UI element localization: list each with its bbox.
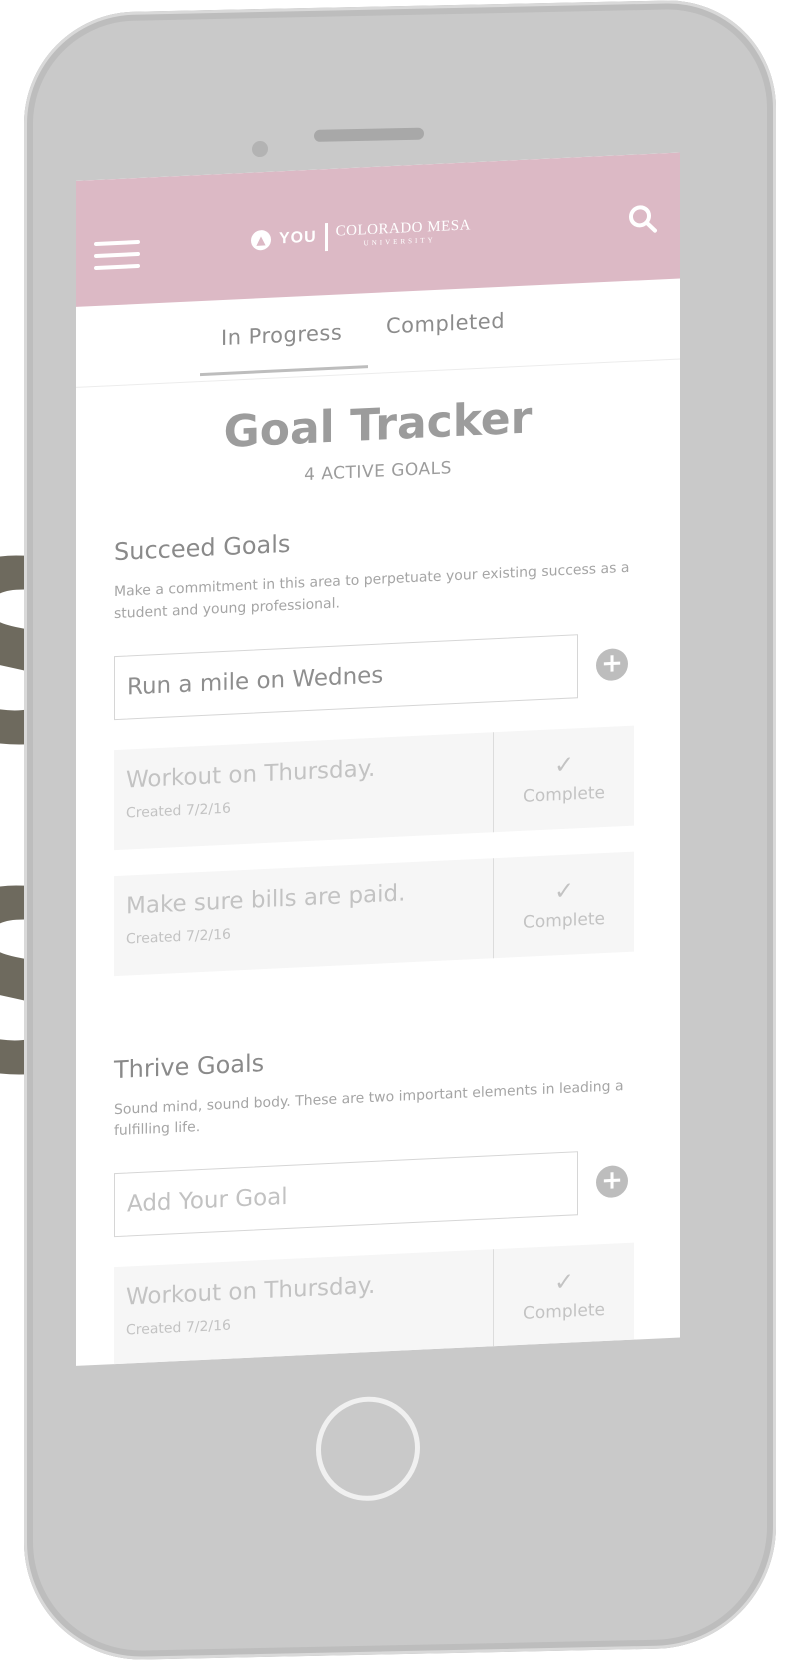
thrive-goals-description: Sound mind, sound body. These are two im… — [114, 1077, 624, 1140]
goal-card: Workout on Thursday. Created 7/2/16 ✓ Co… — [114, 1242, 634, 1366]
check-icon: ✓ — [553, 876, 575, 906]
brand-university: COLORADO MESA UNIVERSITY — [336, 217, 471, 248]
add-thrive-goal-button[interactable]: + — [596, 1165, 628, 1199]
goal-info: Workout on Thursday. Created 7/2/16 — [114, 1249, 494, 1366]
complete-label: Complete — [523, 1300, 605, 1324]
succeed-goal-input[interactable] — [114, 634, 578, 720]
brand-you: YOU — [279, 228, 317, 248]
active-tab-indicator — [200, 365, 368, 377]
search-icon[interactable] — [628, 203, 658, 234]
goal-text: Workout on Thursday. — [126, 755, 376, 794]
add-succeed-goal-button[interactable]: + — [596, 647, 628, 682]
thrive-goals-title: Thrive Goals — [114, 1048, 265, 1084]
brand-divider — [324, 223, 328, 252]
goal-text: Make sure bills are paid. — [126, 880, 406, 920]
phone-screen: ▲ YOU COLORADO MESA UNIVERSITY In Progre… — [76, 152, 680, 1366]
goal-tracker-content: Goal Tracker 4 ACTIVE GOALS Succeed Goal… — [76, 387, 680, 1366]
stage: S S ▲ YOU COLORADO MESA UNIVERSITY — [0, 0, 789, 1672]
succeed-goal-input-row: + — [114, 631, 642, 720]
goal-info: Make sure bills are paid. Created 7/2/16 — [114, 857, 494, 976]
goal-card: Workout on Thursday. Created 7/2/16 ✓ Co… — [114, 725, 634, 850]
complete-label: Complete — [523, 908, 605, 933]
goal-info: Workout on Thursday. Created 7/2/16 — [114, 731, 494, 850]
speaker-grille — [314, 127, 424, 142]
hamburger-icon[interactable] — [94, 239, 140, 278]
succeed-goals-title: Succeed Goals — [114, 530, 291, 567]
complete-button[interactable]: ✓ Complete — [494, 851, 634, 958]
logo-icon: ▲ — [251, 229, 271, 251]
complete-label: Complete — [523, 782, 605, 807]
goal-date: Created 7/2/16 — [126, 800, 231, 822]
phone-frame: ▲ YOU COLORADO MESA UNIVERSITY In Progre… — [24, 0, 776, 1663]
page-title: Goal Tracker — [223, 392, 533, 458]
check-icon: ✓ — [553, 1267, 575, 1297]
tab-completed[interactable]: Completed — [386, 309, 505, 339]
tab-in-progress[interactable]: In Progress — [221, 320, 342, 350]
thrive-goal-input-row: + — [114, 1148, 642, 1238]
goal-date: Created 7/2/16 — [126, 1317, 231, 1339]
complete-button[interactable]: ✓ Complete — [494, 1243, 634, 1350]
camera-icon — [252, 140, 268, 158]
check-icon: ✓ — [553, 750, 575, 780]
thrive-goal-input[interactable] — [114, 1151, 578, 1238]
complete-button[interactable]: ✓ Complete — [494, 725, 634, 832]
brand-logo[interactable]: ▲ YOU COLORADO MESA UNIVERSITY — [251, 216, 471, 254]
goal-text: Workout on Thursday. — [126, 1272, 376, 1311]
succeed-goals-description: Make a commitment in this area to perpet… — [114, 560, 630, 623]
goal-date: Created 7/2/16 — [126, 926, 231, 948]
home-button[interactable] — [316, 1395, 420, 1502]
